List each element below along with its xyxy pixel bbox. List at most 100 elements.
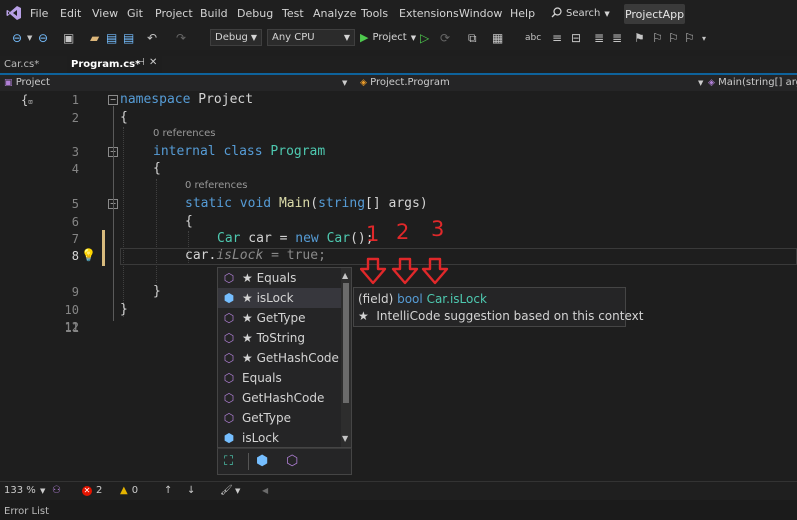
errors-indicator[interactable]: ✕ 2 — [82, 485, 102, 496]
undo-icon[interactable]: ↶ — [147, 31, 157, 45]
bookmark-icon[interactable]: ⚑ — [634, 31, 645, 45]
menu-analyze[interactable]: Analyze — [313, 7, 356, 20]
comment-icon[interactable]: ⊟ — [571, 31, 581, 45]
save-all-icon[interactable]: ▤ — [123, 31, 134, 45]
class-icon: ◈ — [360, 78, 367, 88]
health-icon[interactable]: ⚇ — [52, 485, 61, 496]
next-issue-icon[interactable]: ↓ — [187, 485, 195, 496]
menu-build[interactable]: Build — [200, 7, 228, 20]
member-dropdown[interactable]: ◈ Main(string[] arg — [708, 77, 797, 88]
lightbulb-icon[interactable]: 💡 — [81, 248, 96, 262]
project-dropdown[interactable]: ▣ Project ▼ — [4, 77, 349, 88]
toolbar: ⊖ ▼ ⊖ ▣ ▰ ▤ ▤ ↶ ↷ Debug ▼ Any CPU ▼ ▶ Pr… — [0, 27, 797, 50]
chevron-down-icon[interactable]: ▼ — [235, 487, 240, 495]
scroll-left-icon[interactable]: ◀ — [262, 486, 268, 495]
class-dropdown[interactable]: ◈ Project.Program ▼ — [360, 77, 704, 88]
run-button[interactable]: ▶ Project ▼ — [360, 31, 416, 44]
intellisense-completion-list[interactable]: ⬡ ★ Equals ⬢ ★ isLock ⬡ ★ GetType ⬡ ★ ToStri… — [217, 267, 352, 448]
tab-program-cs[interactable]: Program.cs* ⊣ ✕ — [67, 56, 162, 73]
collapse-icon[interactable]: − — [108, 95, 118, 105]
menu-project[interactable]: Project — [155, 7, 193, 20]
field-filter-icon[interactable]: ⬢ — [256, 453, 268, 469]
completion-item[interactable]: ⬢ isLock — [218, 428, 341, 448]
platform-dropdown[interactable]: Any CPU ▼ — [267, 29, 355, 46]
solution-explorer-icon[interactable]: ⧉ — [468, 31, 477, 46]
start-without-debugging-icon[interactable]: ▷ — [420, 31, 429, 45]
completion-scrollbar[interactable]: ▲ ▼ — [341, 268, 351, 447]
menu-git[interactable]: Git — [127, 7, 143, 20]
solution-name-badge[interactable]: ProjectApp — [624, 4, 685, 24]
open-folder-icon[interactable]: ▰ — [90, 31, 99, 45]
completion-item[interactable]: ⬡ ★ Equals — [218, 268, 341, 288]
bookmark-clear-icon[interactable]: ⚐ — [684, 31, 695, 45]
keyword: string — [318, 196, 366, 211]
navigate-forward-icon[interactable]: ⊖ — [38, 31, 48, 45]
code-cleanup-icon[interactable]: 🖌 — [220, 485, 233, 496]
indent-icon[interactable]: ≡ — [552, 31, 562, 45]
completion-item-selected[interactable]: ⬢ ★ isLock — [218, 288, 341, 308]
annotation-arrows — [360, 257, 449, 285]
tab-car-cs[interactable]: Car.cs* — [0, 56, 67, 73]
new-project-icon[interactable]: ▣ — [63, 31, 74, 45]
error-list-title[interactable]: Error List — [4, 506, 49, 517]
align-left-icon[interactable]: ≣ — [594, 31, 604, 45]
search-box[interactable]: Search ▼ — [551, 5, 610, 22]
menu-view[interactable]: View — [92, 7, 118, 20]
menu-file[interactable]: File — [30, 7, 48, 20]
menu-edit[interactable]: Edit — [60, 7, 81, 20]
save-icon[interactable]: ▤ — [106, 31, 117, 45]
scroll-down-icon[interactable]: ▼ — [342, 434, 348, 443]
warnings-indicator[interactable]: ▲ 0 — [120, 485, 138, 496]
quick-info-tooltip: (field) bool Car.isLock ★ IntelliCode su… — [353, 287, 643, 327]
class-dropdown-label: Project.Program — [370, 77, 450, 88]
menu-help[interactable]: Help — [510, 7, 535, 20]
codelens-references[interactable]: 0 references — [153, 128, 216, 139]
editor-status-bar: 133 % ▼ ⚇ ✕ 2 ▲ 0 ↑ ↓ 🖌 ▼ ◀ — [0, 481, 797, 501]
menu-debug[interactable]: Debug — [237, 7, 273, 20]
chevron-down-icon: ▼ — [698, 79, 704, 87]
completion-item[interactable]: ⬡ Equals — [218, 368, 341, 388]
close-icon[interactable]: ✕ — [149, 57, 157, 68]
align-right-icon[interactable]: ≣ — [612, 31, 622, 45]
menu-window[interactable]: Window — [459, 7, 502, 20]
menu-extensions[interactable]: Extensions — [399, 7, 459, 20]
keyword: class — [223, 144, 263, 159]
method-filter-icon[interactable]: ⬡ — [286, 453, 298, 469]
configuration-dropdown[interactable]: Debug ▼ — [210, 29, 262, 46]
menu-test[interactable]: Test — [282, 7, 304, 20]
bookmark-next-icon[interactable]: ⚐ — [668, 31, 679, 45]
codelens-references[interactable]: 0 references — [185, 180, 248, 191]
indent-guide — [123, 127, 124, 317]
menu-tools[interactable]: Tools — [361, 7, 388, 20]
parameters: [] args) — [365, 196, 428, 211]
browse-icon[interactable]: ▦ — [492, 31, 503, 45]
visual-studio-logo-icon[interactable] — [6, 5, 22, 24]
error-list-panel[interactable]: Error List — [0, 500, 797, 520]
redo-icon[interactable]: ↷ — [176, 31, 186, 45]
zoom-level[interactable]: 133 % — [4, 485, 36, 496]
hot-reload-icon[interactable]: ⟳ — [440, 31, 450, 45]
chevron-down-icon[interactable]: ▼ — [40, 487, 45, 495]
bookmark-prev-icon[interactable]: ⚐ — [652, 31, 663, 45]
previous-issue-icon[interactable]: ↑ — [164, 485, 172, 496]
navigate-back-icon[interactable]: ⊖ — [12, 31, 22, 45]
toolbar-options-icon[interactable]: ▾ — [702, 34, 706, 43]
expand-filter-icon[interactable]: ⛶ — [224, 454, 233, 469]
completion-item[interactable]: ⬡ ★ GetHashCode — [218, 348, 341, 368]
method-icon: ⬡ — [223, 351, 235, 365]
completion-item[interactable]: ⬡ ★ ToString — [218, 328, 341, 348]
method-icon: ⬡ — [223, 331, 235, 345]
chevron-down-icon[interactable]: ▼ — [27, 34, 32, 42]
completion-item-label: Equals — [242, 371, 282, 385]
completion-item[interactable]: ⬡ ★ GetType — [218, 308, 341, 328]
scroll-up-icon[interactable]: ▲ — [342, 271, 348, 280]
configuration-value: Debug — [215, 32, 248, 43]
completion-item[interactable]: ⬡ GetType — [218, 408, 341, 428]
pin-icon[interactable]: ⊣ — [136, 57, 145, 68]
spell-check-icon[interactable]: abc — [525, 33, 541, 43]
completion-item[interactable]: ⬡ GetHashCode — [218, 388, 341, 408]
run-target-label: Project — [372, 32, 407, 43]
keyword: static — [185, 196, 232, 211]
scrollbar-thumb[interactable] — [343, 283, 349, 403]
code-line-7: Car car = new Car(); — [217, 231, 374, 246]
